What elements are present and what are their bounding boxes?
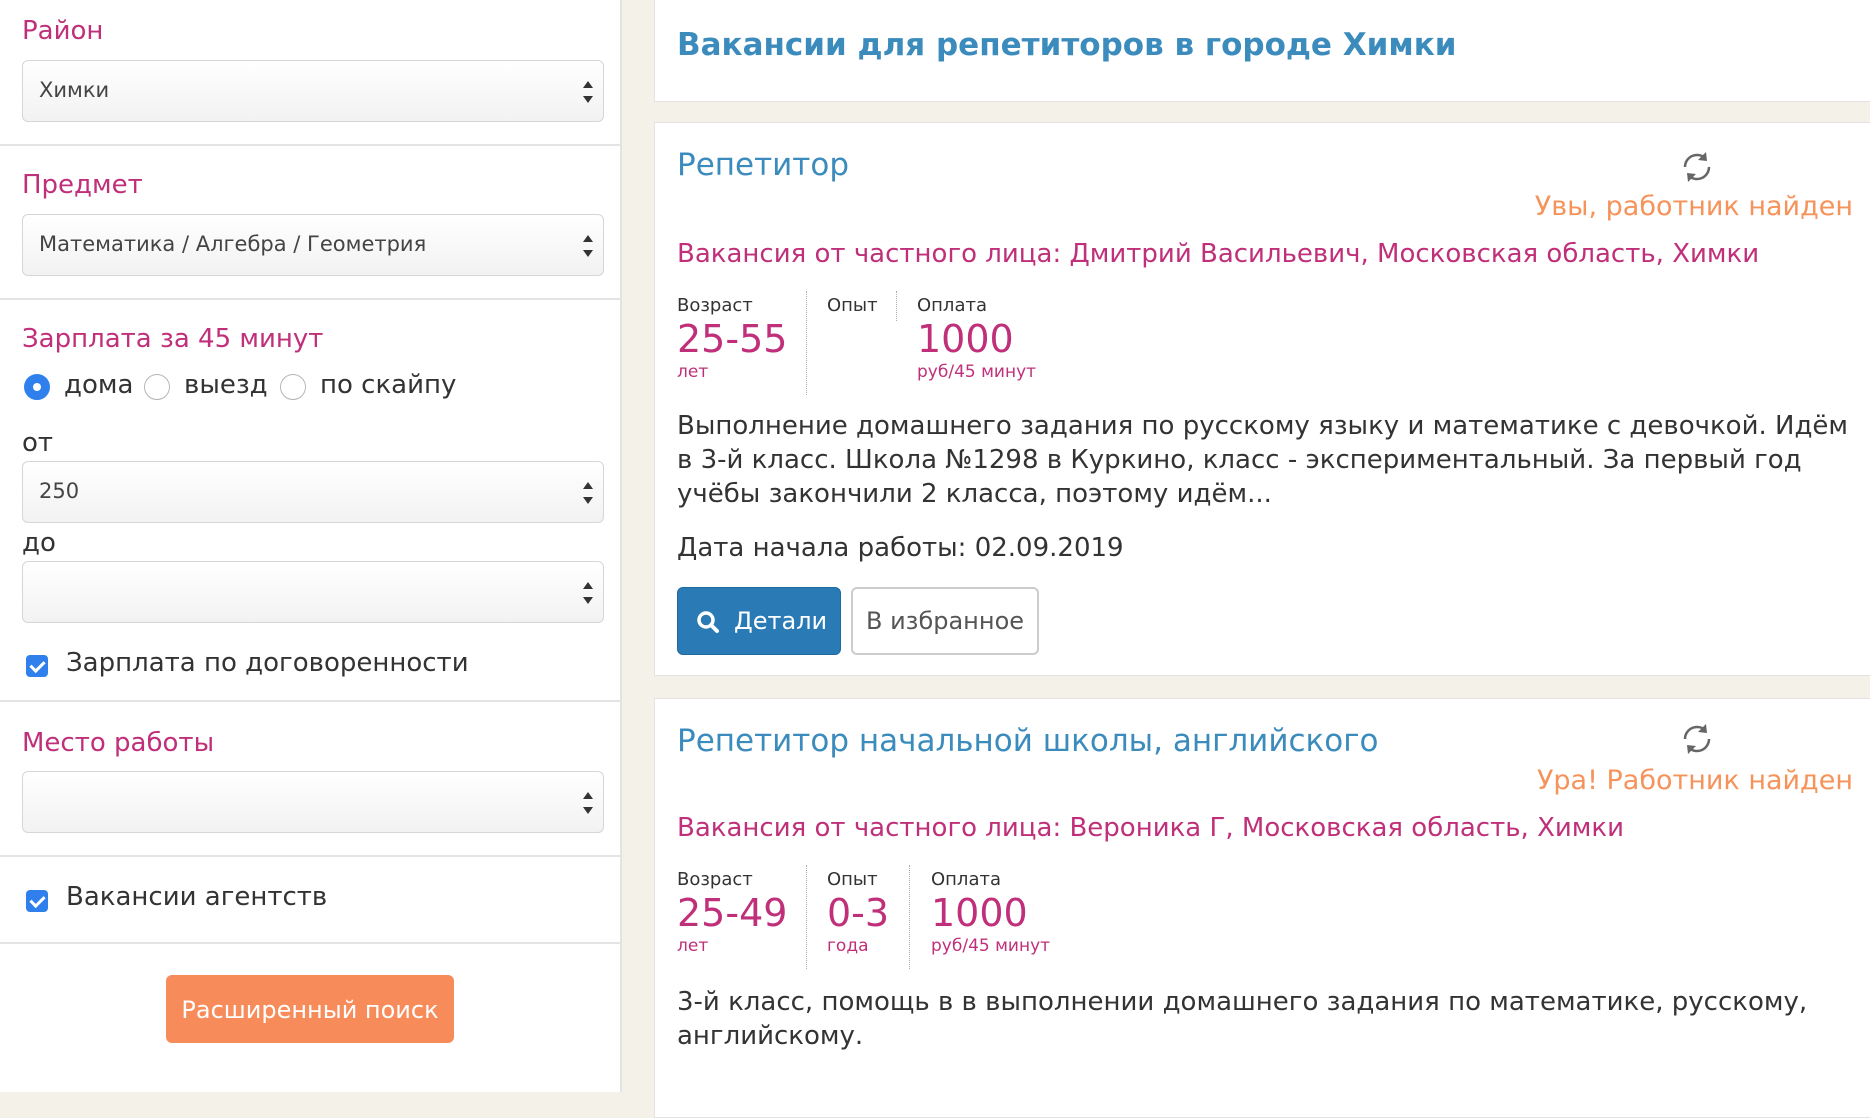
subject-select-value: Математика / Алгебра / Геометрия — [39, 232, 427, 256]
select-arrows-icon — [583, 235, 593, 257]
details-button-label: Детали — [734, 607, 828, 635]
negotiable-label[interactable]: Зарплата по договоренности — [66, 648, 469, 678]
negotiable-checkbox[interactable] — [26, 655, 48, 677]
salary-to-label: до — [22, 528, 56, 558]
vacancy-title[interactable]: Репетитор — [677, 147, 849, 183]
add-to-favorites-button[interactable]: В избранное — [851, 587, 1039, 655]
pay-value: 1000 — [917, 317, 1014, 361]
pay-caption: Оплата — [931, 869, 1001, 890]
pay-unit: руб/45 минут — [931, 936, 1051, 956]
age-value: 25-55 — [677, 317, 788, 361]
vacancy-status: Увы, работник найден — [1534, 191, 1853, 222]
radio-home[interactable] — [24, 374, 50, 400]
radio-skype[interactable] — [280, 374, 306, 400]
vacancy-description: 3-й класс, помощь в в выполнении домашне… — [677, 987, 1808, 1051]
refresh-icon — [1683, 152, 1711, 182]
vacancy-status: Ура! Работник найден — [1536, 765, 1853, 796]
stat-divider — [806, 291, 807, 395]
district-select[interactable]: Химки — [22, 60, 604, 122]
vacancy-title[interactable]: Репетитор начальной школы, английского — [677, 723, 1378, 759]
age-unit: лет — [677, 936, 709, 956]
age-stat: Возраст 25-49 лет — [677, 869, 787, 956]
pay-stat: Оплата 1000 руб/45 минут — [917, 295, 1036, 382]
workplace-select[interactable] — [22, 771, 604, 833]
divider — [0, 855, 620, 857]
age-unit: лет — [677, 362, 709, 382]
search-icon — [697, 611, 719, 633]
pay-unit: руб/45 минут — [917, 362, 1037, 382]
vacancy-card: Репетитор Увы, работник найден Вакансия … — [654, 122, 1870, 676]
divider — [0, 942, 620, 944]
pay-stat: Оплата 1000 руб/45 минут — [931, 869, 1050, 956]
agencies-checkbox[interactable] — [26, 890, 48, 912]
district-select-value: Химки — [39, 78, 110, 102]
vacancy-description: Выполнение домашнего задания по русскому… — [677, 411, 1849, 509]
radio-visit[interactable] — [144, 374, 170, 400]
vacancy-card: Репетитор начальной школы, английского У… — [654, 698, 1870, 1118]
stat-divider — [896, 291, 897, 321]
divider — [0, 144, 620, 146]
subject-select[interactable]: Математика / Алгебра / Геометрия — [22, 214, 604, 276]
page-header: Вакансии для репетиторов в городе Химки — [654, 0, 1870, 102]
workplace-label: Место работы — [22, 728, 215, 758]
vacancy-start-date: Дата начала работы: 02.09.2019 — [677, 533, 1124, 563]
select-arrows-icon — [583, 582, 593, 604]
salary-to-select[interactable] — [22, 561, 604, 623]
age-stat: Возраст 25-55 лет — [677, 295, 787, 382]
divider — [0, 700, 620, 702]
select-arrows-icon — [583, 792, 593, 814]
age-caption: Возраст — [677, 295, 753, 316]
divider — [0, 298, 620, 300]
experience-caption: Опыт — [827, 295, 878, 316]
salary-from-value: 250 — [39, 479, 80, 503]
subject-label: Предмет — [22, 170, 143, 200]
experience-stat: Опыт — [827, 295, 878, 316]
radio-visit-label[interactable]: выезд — [184, 370, 268, 400]
select-arrows-icon — [583, 482, 593, 504]
salary-from-label: от — [22, 428, 54, 458]
filter-sidebar: Район Химки Предмет Математика / Алгебра… — [0, 0, 622, 1092]
stat-divider — [909, 865, 910, 969]
radio-home-label[interactable]: дома — [64, 370, 133, 400]
experience-value: 0-3 — [827, 891, 890, 935]
district-label: Район — [22, 16, 104, 46]
page-title: Вакансии для репетиторов в городе Химки — [677, 27, 1457, 63]
experience-unit: года — [827, 936, 869, 956]
stat-divider — [806, 865, 807, 969]
vacancy-employer: Вакансия от частного лица: Вероника Г, М… — [677, 813, 1625, 843]
pay-caption: Оплата — [917, 295, 987, 316]
experience-caption: Опыт — [827, 869, 878, 890]
age-value: 25-49 — [677, 891, 788, 935]
agencies-label[interactable]: Вакансии агентств — [66, 882, 327, 912]
salary-label: Зарплата за 45 минут — [22, 324, 324, 354]
radio-skype-label[interactable]: по скайпу — [320, 370, 456, 400]
advanced-search-button[interactable]: Расширенный поиск — [166, 975, 454, 1043]
pay-value: 1000 — [931, 891, 1028, 935]
age-caption: Возраст — [677, 869, 753, 890]
select-arrows-icon — [583, 81, 593, 103]
refresh-icon — [1683, 724, 1711, 754]
details-button[interactable]: Детали — [677, 587, 841, 655]
salary-from-select[interactable]: 250 — [22, 461, 604, 523]
experience-stat: Опыт 0-3 года — [827, 869, 889, 956]
vacancy-employer: Вакансия от частного лица: Дмитрий Васил… — [677, 239, 1760, 269]
